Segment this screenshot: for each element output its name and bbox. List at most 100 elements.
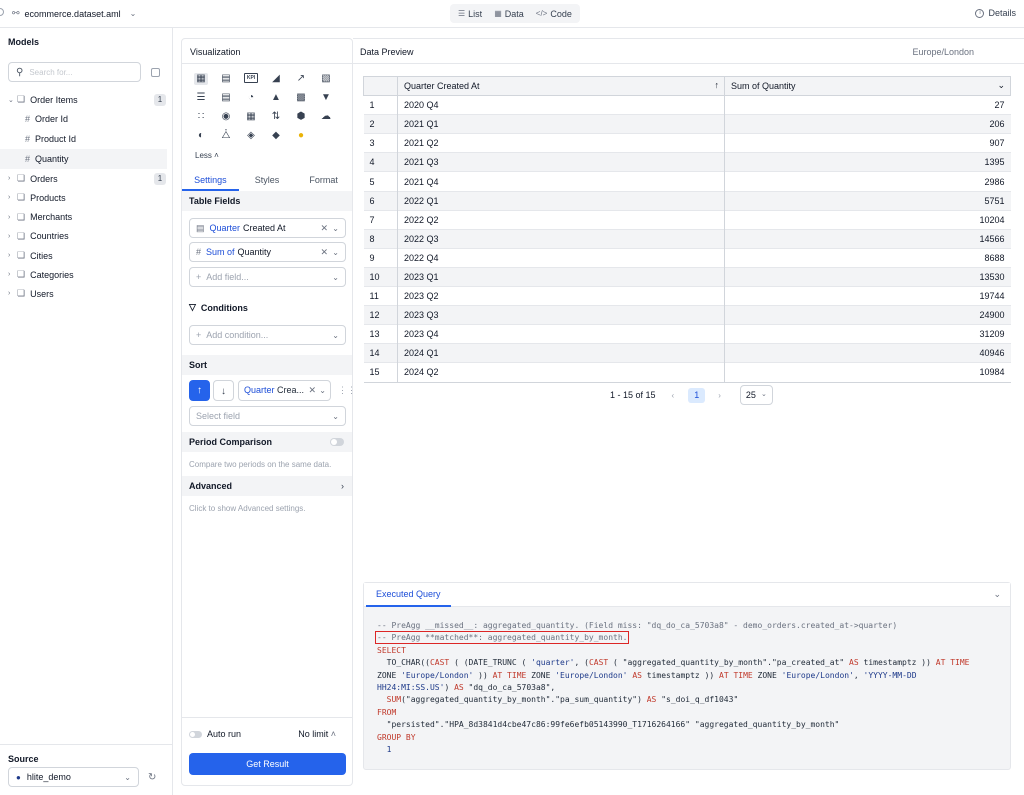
source-select[interactable]: ● hlite_demo ⌄ xyxy=(8,767,139,787)
auto-run-toggle[interactable]: Auto run xyxy=(189,729,241,739)
chevron-right-icon[interactable]: › xyxy=(8,214,17,221)
radar-chart-icon[interactable]: ⬢ xyxy=(294,111,308,123)
page-button[interactable]: 1 xyxy=(688,387,706,403)
page-size-select[interactable]: 25 ⌄ xyxy=(739,385,773,405)
model-order-items[interactable]: ⌄ ❏ Order Items 1 xyxy=(0,90,172,109)
select-field-select[interactable]: Select field ⌄ xyxy=(189,406,346,426)
toggle-switch[interactable] xyxy=(189,730,202,738)
word-cloud-icon[interactable]: ☁ xyxy=(319,111,333,123)
combo-chart-icon[interactable]: ▤ xyxy=(219,92,233,104)
tab-code[interactable]: </> Code xyxy=(531,6,577,21)
chevron-down-icon[interactable]: ⌄ xyxy=(319,381,326,400)
table-chart-icon[interactable]: ▦ xyxy=(194,73,208,85)
dataset-name: ecommerce.dataset.aml xyxy=(24,8,121,19)
model-users[interactable]: › ❏ Users xyxy=(0,284,172,303)
chevron-right-icon[interactable]: › xyxy=(8,194,17,201)
bar-chart-icon[interactable]: ▧ xyxy=(319,73,333,85)
chevron-right-icon[interactable]: › xyxy=(718,391,721,400)
scatter-chart-icon[interactable]: ∷ xyxy=(194,111,208,123)
table-row: 7 2022 Q2 10204 xyxy=(363,209,1011,230)
pie-chart-icon[interactable]: ◔ xyxy=(244,92,258,104)
tab-list[interactable]: ☰ List xyxy=(453,6,487,21)
sorted-bar-chart-icon[interactable]: ⇅ xyxy=(269,111,283,123)
sankey-chart-icon[interactable]: ⧊ xyxy=(219,130,233,142)
query-header: Executed Query ⌄ xyxy=(364,583,1010,607)
chevron-down-icon[interactable]: ⌄ xyxy=(8,96,17,104)
model-countries[interactable]: › ❏ Countries xyxy=(0,227,172,246)
chevron-left-icon[interactable]: ‹ xyxy=(672,391,675,400)
row-limit-select[interactable]: No limit ˄ xyxy=(298,729,336,739)
code-comment-highlighted: -- PreAgg **matched**: aggregated_quanti… xyxy=(374,631,630,645)
region-map-icon[interactable]: ◈ xyxy=(244,130,258,142)
less-toggle[interactable]: Less ˄ xyxy=(195,151,219,160)
map-chart-icon[interactable]: ◉ xyxy=(219,111,233,123)
code-keyword: AS xyxy=(646,695,657,705)
field-product-id[interactable]: # Product Id xyxy=(0,129,172,149)
coin-chart-icon[interactable]: ● xyxy=(294,130,308,142)
advanced-header[interactable]: Advanced › xyxy=(182,476,352,496)
chevron-right-icon[interactable]: › xyxy=(8,175,17,182)
table-field-sum-of-quantity[interactable]: # Sum of Quantity ✕ ⌄ xyxy=(189,242,346,262)
tab-executed-query[interactable]: Executed Query xyxy=(366,583,451,607)
column-header-sum-quantity[interactable]: Sum of Quantity ⌄ xyxy=(724,75,1011,97)
chevron-down-icon[interactable]: ⌄ xyxy=(332,248,339,257)
dataset-icon: ⚯ xyxy=(12,8,20,18)
chevron-down-icon[interactable]: ⌄ xyxy=(997,80,1005,91)
sort-descending-button[interactable]: ↓ xyxy=(213,380,234,401)
get-result-button[interactable]: Get Result xyxy=(189,753,346,775)
line-chart-icon[interactable]: ↗ xyxy=(294,73,308,85)
kpi-chart-icon[interactable]: KPI xyxy=(244,73,258,83)
tab-settings[interactable]: Settings xyxy=(182,170,239,191)
sum-quantity-cell: 10204 xyxy=(724,209,1011,230)
data-table-icon[interactable]: ▩ xyxy=(294,92,308,104)
field-order-id[interactable]: # Order Id xyxy=(0,109,172,129)
heatmap-chart-icon[interactable]: ▦ xyxy=(244,111,258,123)
arrow-up-icon[interactable]: ↑ xyxy=(715,80,720,90)
add-field-select[interactable]: + Add field... ⌄ xyxy=(189,267,346,287)
dataset-selector[interactable]: ⚯ ecommerce.dataset.aml ⌄ xyxy=(12,8,136,19)
remove-icon[interactable]: ✕ xyxy=(320,223,328,234)
chevron-right-icon[interactable]: › xyxy=(8,290,17,297)
cube-icon: ❏ xyxy=(17,230,26,241)
model-orders[interactable]: › ❏ Orders 1 xyxy=(0,169,172,188)
refresh-icon[interactable]: ↻ xyxy=(148,772,156,783)
code-string: 'Europe/London' xyxy=(781,670,854,680)
area-chart-icon[interactable]: ◢ xyxy=(269,73,283,85)
chevron-right-icon[interactable]: › xyxy=(8,271,17,278)
code-keyword: GROUP BY xyxy=(377,732,416,742)
model-products[interactable]: › ❏ Products xyxy=(0,188,172,207)
tab-data[interactable]: ▦ Data xyxy=(489,6,529,21)
table-field-quarter-created-at[interactable]: ▤ Quarter Created At ✕ ⌄ xyxy=(189,218,346,238)
sum-quantity-cell: 2986 xyxy=(724,171,1011,192)
horizontal-bar-chart-icon[interactable]: ☰ xyxy=(194,92,208,104)
pyramid-chart-icon[interactable]: ▲ xyxy=(269,92,283,104)
model-count-badge: 1 xyxy=(154,172,166,185)
model-name: Order Items xyxy=(30,94,78,105)
field-quantity[interactable]: # Quantity xyxy=(0,149,167,170)
search-input[interactable] xyxy=(29,67,130,77)
model-categories[interactable]: › ❏ Categories xyxy=(0,265,172,284)
sort-field-select[interactable]: Quarter Crea... ✕ ⌄ xyxy=(238,380,331,401)
chevron-right-icon[interactable]: › xyxy=(8,252,17,259)
advanced-title: Advanced xyxy=(189,481,233,491)
chevron-down-icon[interactable]: ⌄ xyxy=(332,224,339,233)
chevron-right-icon[interactable]: › xyxy=(8,233,17,240)
collapse-handle-icon[interactable] xyxy=(0,8,4,16)
funnel-chart-icon[interactable]: ▼ xyxy=(319,92,333,104)
sort-ascending-button[interactable]: ↑ xyxy=(189,380,210,401)
remove-icon[interactable]: ✕ xyxy=(320,247,328,258)
column-header-quarter[interactable]: Quarter Created At ↑ xyxy=(397,75,725,97)
chevron-down-icon[interactable]: ⌄ xyxy=(993,589,1001,600)
geo-map-icon[interactable]: ◆ xyxy=(269,130,283,142)
gauge-chart-icon[interactable]: ◐ xyxy=(194,130,208,142)
pivot-table-icon[interactable]: ▤ xyxy=(219,73,233,85)
add-condition-select[interactable]: + Add condition... ⌄ xyxy=(189,325,346,345)
new-file-icon[interactable] xyxy=(151,68,160,77)
tab-styles[interactable]: Styles xyxy=(239,170,296,191)
model-cities[interactable]: › ❏ Cities xyxy=(0,246,172,265)
tab-format[interactable]: Format xyxy=(295,170,352,191)
model-merchants[interactable]: › ❏ Merchants xyxy=(0,208,172,227)
period-comparison-toggle[interactable] xyxy=(330,438,344,446)
remove-icon[interactable]: ✕ xyxy=(308,381,316,400)
details-button[interactable]: i Details xyxy=(975,8,1016,18)
